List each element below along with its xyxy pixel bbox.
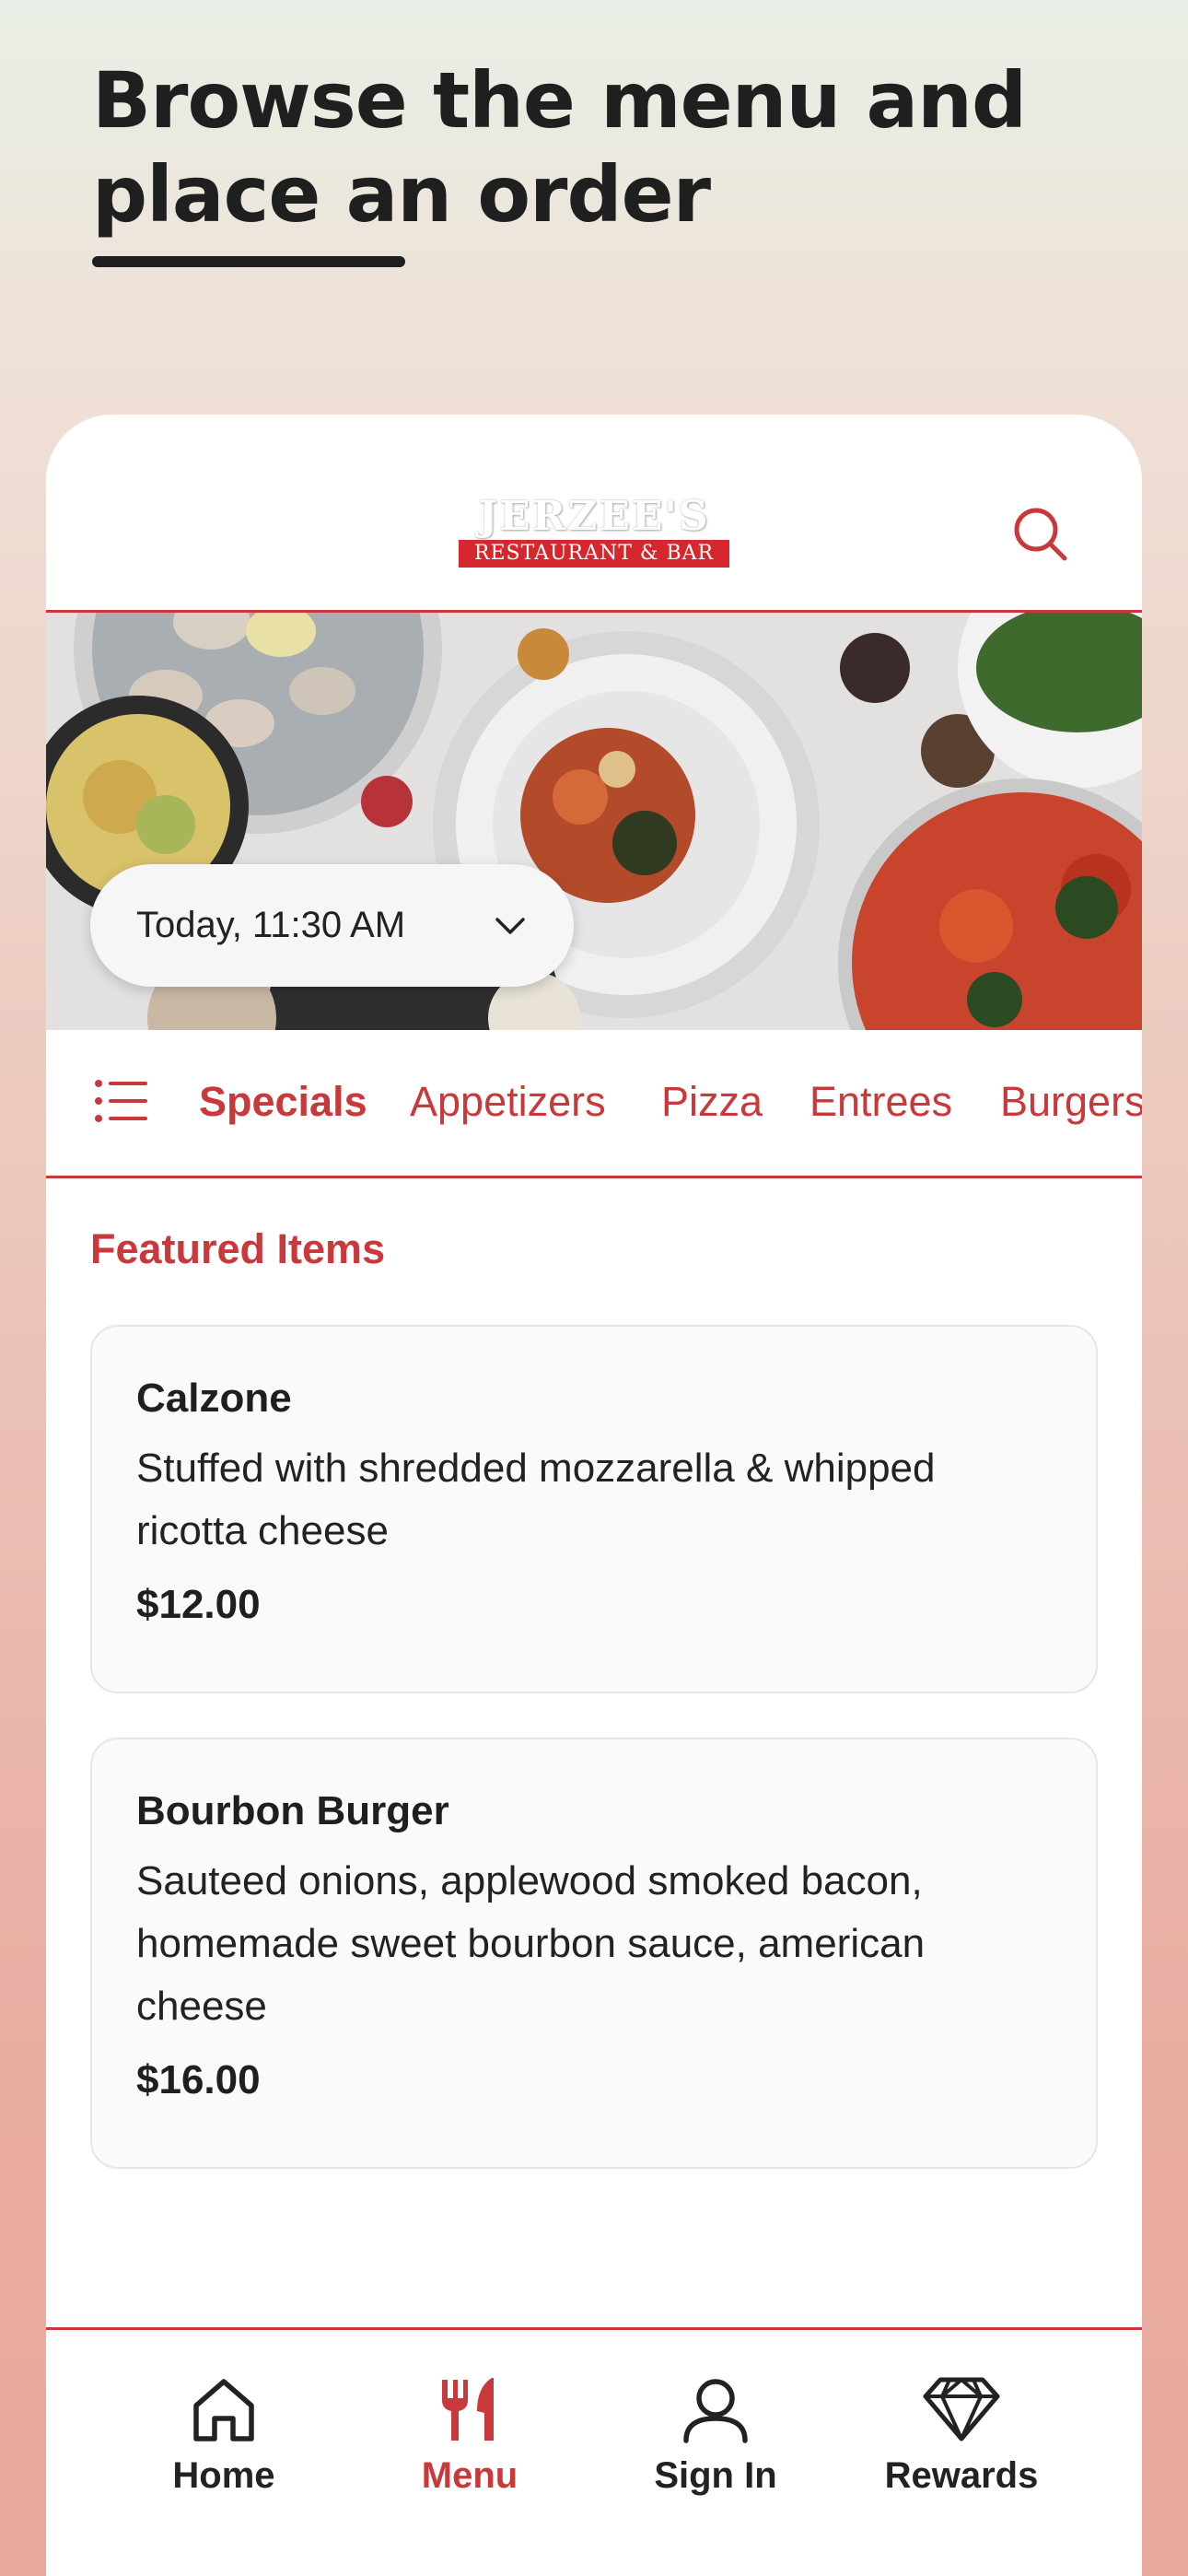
logo-subtitle: RESTAURANT & BAR	[459, 540, 729, 568]
menu-item-card[interactable]: Bourbon Burger Sauteed onions, applewood…	[90, 1738, 1098, 2169]
app-header: JERZEE'S RESTAURANT & BAR	[46, 415, 1142, 613]
nav-rewards-label: Rewards	[884, 2455, 1039, 2496]
nav-home[interactable]: Home	[113, 2374, 334, 2497]
menu-item-price: $12.00	[136, 1582, 261, 1627]
featured-items-heading: Featured Items	[90, 1225, 386, 1272]
tab-specials[interactable]: Specials	[199, 1076, 367, 1128]
logo-wordmark: JERZEE'S	[478, 493, 710, 540]
phone-frame: JERZEE'S RESTAURANT & BAR Today, 11:30 A…	[46, 415, 1142, 2576]
tab-entrees[interactable]: Entrees	[809, 1076, 952, 1128]
fork-knife-icon	[442, 2378, 494, 2441]
order-time-selector[interactable]: Today, 11:30 AM	[90, 864, 574, 987]
user-icon	[683, 2379, 748, 2443]
tab-appetizers[interactable]: Appetizers	[410, 1076, 606, 1128]
nav-menu-label: Menu	[421, 2455, 518, 2496]
search-icon	[1014, 508, 1067, 561]
tab-burgers[interactable]: Burgers	[1000, 1076, 1142, 1128]
menu-item-name: Calzone	[136, 1376, 292, 1421]
bottom-navigation: Home Menu Sign In Rewards	[46, 2327, 1142, 2576]
menu-item-description: Stuffed with shredded mozzarella & whipp…	[136, 1446, 936, 1553]
home-icon	[193, 2379, 254, 2441]
category-tab-bar: Specials Appetizers Pizza Entrees Burger…	[46, 1030, 1142, 1178]
nav-sign-in[interactable]: Sign In	[605, 2374, 826, 2497]
list-icon[interactable]	[94, 1078, 149, 1124]
promo-headline-line2: place an order	[92, 149, 711, 240]
promo-headline-line1: Browse the menu and	[92, 55, 1027, 146]
tab-pizza[interactable]: Pizza	[661, 1076, 763, 1128]
search-button[interactable]	[1004, 498, 1077, 571]
order-time-label: Today, 11:30 AM	[136, 905, 406, 945]
nav-sign-in-label: Sign In	[654, 2455, 777, 2496]
diamond-icon	[923, 2377, 1000, 2441]
menu-item-price: $16.00	[136, 2057, 261, 2102]
menu-item-name: Bourbon Burger	[136, 1788, 449, 1833]
menu-item-card[interactable]: Calzone Stuffed with shredded mozzarella…	[90, 1325, 1098, 1693]
menu-item-description: Sauteed onions, applewood smoked bacon, …	[136, 1858, 926, 2029]
headline-underline	[92, 256, 405, 267]
nav-rewards[interactable]: Rewards	[851, 2374, 1072, 2497]
nav-home-label: Home	[172, 2455, 275, 2496]
nav-menu[interactable]: Menu	[359, 2374, 580, 2497]
promo-headline: Browse the menu and place an order	[92, 53, 1105, 241]
restaurant-logo[interactable]: JERZEE'S RESTAURANT & BAR	[459, 496, 729, 569]
chevron-down-icon	[495, 917, 525, 934]
